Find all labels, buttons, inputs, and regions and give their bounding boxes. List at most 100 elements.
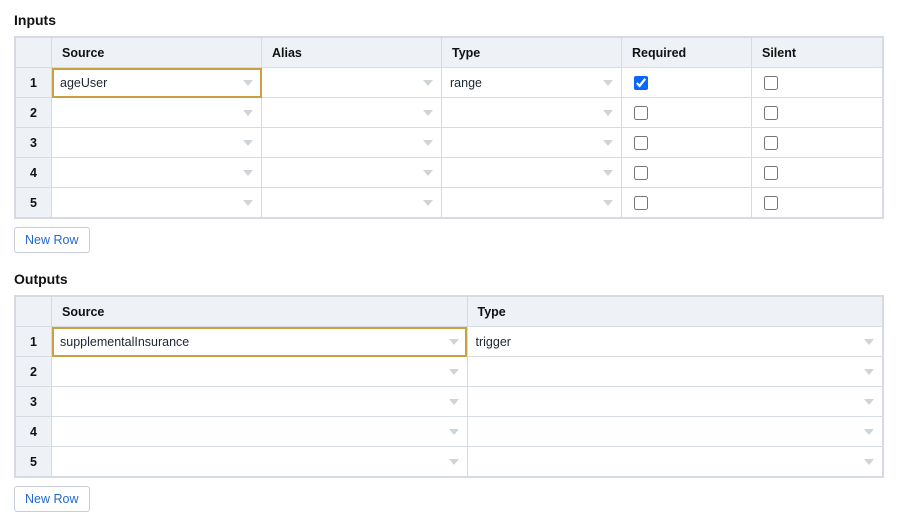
inputs-header-required[interactable]: Required xyxy=(622,38,752,68)
inputs-row-number[interactable]: 3 xyxy=(16,128,52,158)
chevron-down-icon xyxy=(423,110,433,116)
chevron-down-icon xyxy=(864,369,874,375)
inputs-header-silent[interactable]: Silent xyxy=(752,38,883,68)
outputs-row: 2 xyxy=(16,357,883,387)
chevron-down-icon xyxy=(603,80,613,86)
chevron-down-icon xyxy=(864,399,874,405)
chevron-down-icon xyxy=(243,200,253,206)
inputs-silent-checkbox[interactable] xyxy=(764,136,778,150)
outputs-header-row: Source Type xyxy=(16,297,883,327)
outputs-table: Source Type 1 supplementalInsurance trigge… xyxy=(14,295,884,478)
inputs-row: 4 xyxy=(16,158,883,188)
inputs-new-row-button[interactable]: New Row xyxy=(14,227,90,253)
chevron-down-icon xyxy=(603,170,613,176)
outputs-source-cell[interactable] xyxy=(52,417,467,446)
outputs-row-number[interactable]: 2 xyxy=(16,357,52,387)
outputs-row-number[interactable]: 3 xyxy=(16,387,52,417)
chevron-down-icon xyxy=(423,80,433,86)
inputs-alias-cell[interactable] xyxy=(262,98,441,127)
inputs-alias-cell[interactable] xyxy=(262,158,441,187)
inputs-type-cell[interactable] xyxy=(442,98,621,127)
chevron-down-icon xyxy=(449,429,459,435)
inputs-source-cell[interactable] xyxy=(52,188,261,217)
chevron-down-icon xyxy=(243,140,253,146)
outputs-title: Outputs xyxy=(14,271,886,287)
inputs-type-cell[interactable] xyxy=(442,128,621,157)
inputs-title: Inputs xyxy=(14,12,886,28)
inputs-required-checkbox[interactable] xyxy=(634,136,648,150)
chevron-down-icon xyxy=(423,170,433,176)
chevron-down-icon xyxy=(243,110,253,116)
inputs-row-number[interactable]: 2 xyxy=(16,98,52,128)
outputs-source-cell[interactable]: supplementalInsurance xyxy=(52,327,467,356)
inputs-row: 2 xyxy=(16,98,883,128)
outputs-type-cell[interactable] xyxy=(468,447,883,476)
outputs-type-cell[interactable]: trigger xyxy=(468,327,883,356)
inputs-header-type[interactable]: Type xyxy=(442,38,622,68)
outputs-header-blank xyxy=(16,297,52,327)
chevron-down-icon xyxy=(864,339,874,345)
inputs-header-alias[interactable]: Alias xyxy=(262,38,442,68)
outputs-row-number[interactable]: 5 xyxy=(16,447,52,477)
inputs-row-number[interactable]: 4 xyxy=(16,158,52,188)
outputs-new-row-button[interactable]: New Row xyxy=(14,486,90,512)
chevron-down-icon xyxy=(243,80,253,86)
inputs-type-cell[interactable] xyxy=(442,158,621,187)
inputs-silent-checkbox[interactable] xyxy=(764,196,778,210)
chevron-down-icon xyxy=(603,200,613,206)
chevron-down-icon xyxy=(423,140,433,146)
outputs-row: 4 xyxy=(16,417,883,447)
outputs-type-cell[interactable] xyxy=(468,387,883,416)
inputs-type-cell[interactable]: range xyxy=(442,68,621,97)
chevron-down-icon xyxy=(449,459,459,465)
outputs-type-cell-value: trigger xyxy=(476,335,859,349)
inputs-required-checkbox[interactable] xyxy=(634,166,648,180)
chevron-down-icon xyxy=(449,369,459,375)
inputs-source-cell[interactable] xyxy=(52,128,261,157)
outputs-type-cell[interactable] xyxy=(468,357,883,386)
inputs-alias-cell[interactable] xyxy=(262,128,441,157)
inputs-row-number[interactable]: 5 xyxy=(16,188,52,218)
outputs-row-number[interactable]: 4 xyxy=(16,417,52,447)
chevron-down-icon xyxy=(864,429,874,435)
chevron-down-icon xyxy=(864,459,874,465)
inputs-silent-checkbox[interactable] xyxy=(764,166,778,180)
inputs-type-cell[interactable] xyxy=(442,188,621,217)
inputs-source-cell[interactable] xyxy=(52,98,261,127)
inputs-source-cell[interactable]: ageUser xyxy=(52,68,261,97)
inputs-row-number[interactable]: 1 xyxy=(16,68,52,98)
outputs-row: 3 xyxy=(16,387,883,417)
inputs-header-row: Source Alias Type Required Silent xyxy=(16,38,883,68)
outputs-source-cell[interactable] xyxy=(52,447,467,476)
inputs-row: 1 ageUser range xyxy=(16,68,883,98)
inputs-required-checkbox[interactable] xyxy=(634,106,648,120)
chevron-down-icon xyxy=(423,200,433,206)
outputs-source-cell-value: supplementalInsurance xyxy=(60,335,443,349)
inputs-required-checkbox[interactable] xyxy=(634,196,648,210)
outputs-source-cell[interactable] xyxy=(52,357,467,386)
outputs-row: 5 xyxy=(16,447,883,477)
chevron-down-icon xyxy=(449,339,459,345)
inputs-header-source[interactable]: Source xyxy=(52,38,262,68)
inputs-alias-cell[interactable] xyxy=(262,188,441,217)
outputs-type-cell[interactable] xyxy=(468,417,883,446)
inputs-row: 5 xyxy=(16,188,883,218)
outputs-source-cell[interactable] xyxy=(52,387,467,416)
outputs-header-type[interactable]: Type xyxy=(467,297,883,327)
inputs-type-cell-value: range xyxy=(450,76,597,90)
inputs-source-cell[interactable] xyxy=(52,158,261,187)
chevron-down-icon xyxy=(243,170,253,176)
inputs-alias-cell[interactable] xyxy=(262,68,441,97)
outputs-row: 1 supplementalInsurance trigger xyxy=(16,327,883,357)
inputs-required-checkbox[interactable] xyxy=(634,76,648,90)
inputs-source-cell-value: ageUser xyxy=(60,76,237,90)
inputs-silent-checkbox[interactable] xyxy=(764,106,778,120)
outputs-row-number[interactable]: 1 xyxy=(16,327,52,357)
inputs-row: 3 xyxy=(16,128,883,158)
chevron-down-icon xyxy=(449,399,459,405)
inputs-table: Source Alias Type Required Silent 1 ageUs… xyxy=(14,36,884,219)
inputs-header-blank xyxy=(16,38,52,68)
outputs-header-source[interactable]: Source xyxy=(52,297,468,327)
chevron-down-icon xyxy=(603,140,613,146)
inputs-silent-checkbox[interactable] xyxy=(764,76,778,90)
